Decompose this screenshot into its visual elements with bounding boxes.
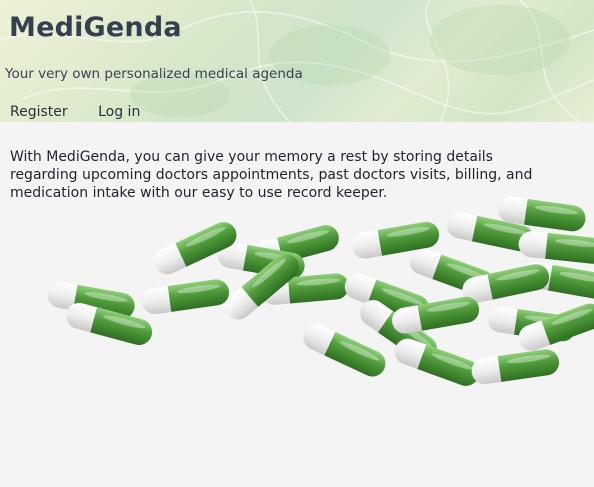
- site-tagline: Your very own personalized medical agend…: [5, 66, 303, 82]
- capsule-pile: [45, 195, 594, 390]
- register-link[interactable]: Register: [10, 104, 68, 120]
- intro-line-1: With MediGenda, you can give your memory…: [10, 149, 493, 165]
- site-header: MediGenda Your very own personalized med…: [0, 0, 594, 122]
- intro-line-2: regarding upcoming doctors appointments,…: [10, 167, 533, 183]
- login-link[interactable]: Log in: [98, 104, 140, 120]
- pills-image: [45, 195, 594, 390]
- site-title: MediGenda: [9, 12, 182, 43]
- top-nav: Register Log in: [10, 104, 166, 120]
